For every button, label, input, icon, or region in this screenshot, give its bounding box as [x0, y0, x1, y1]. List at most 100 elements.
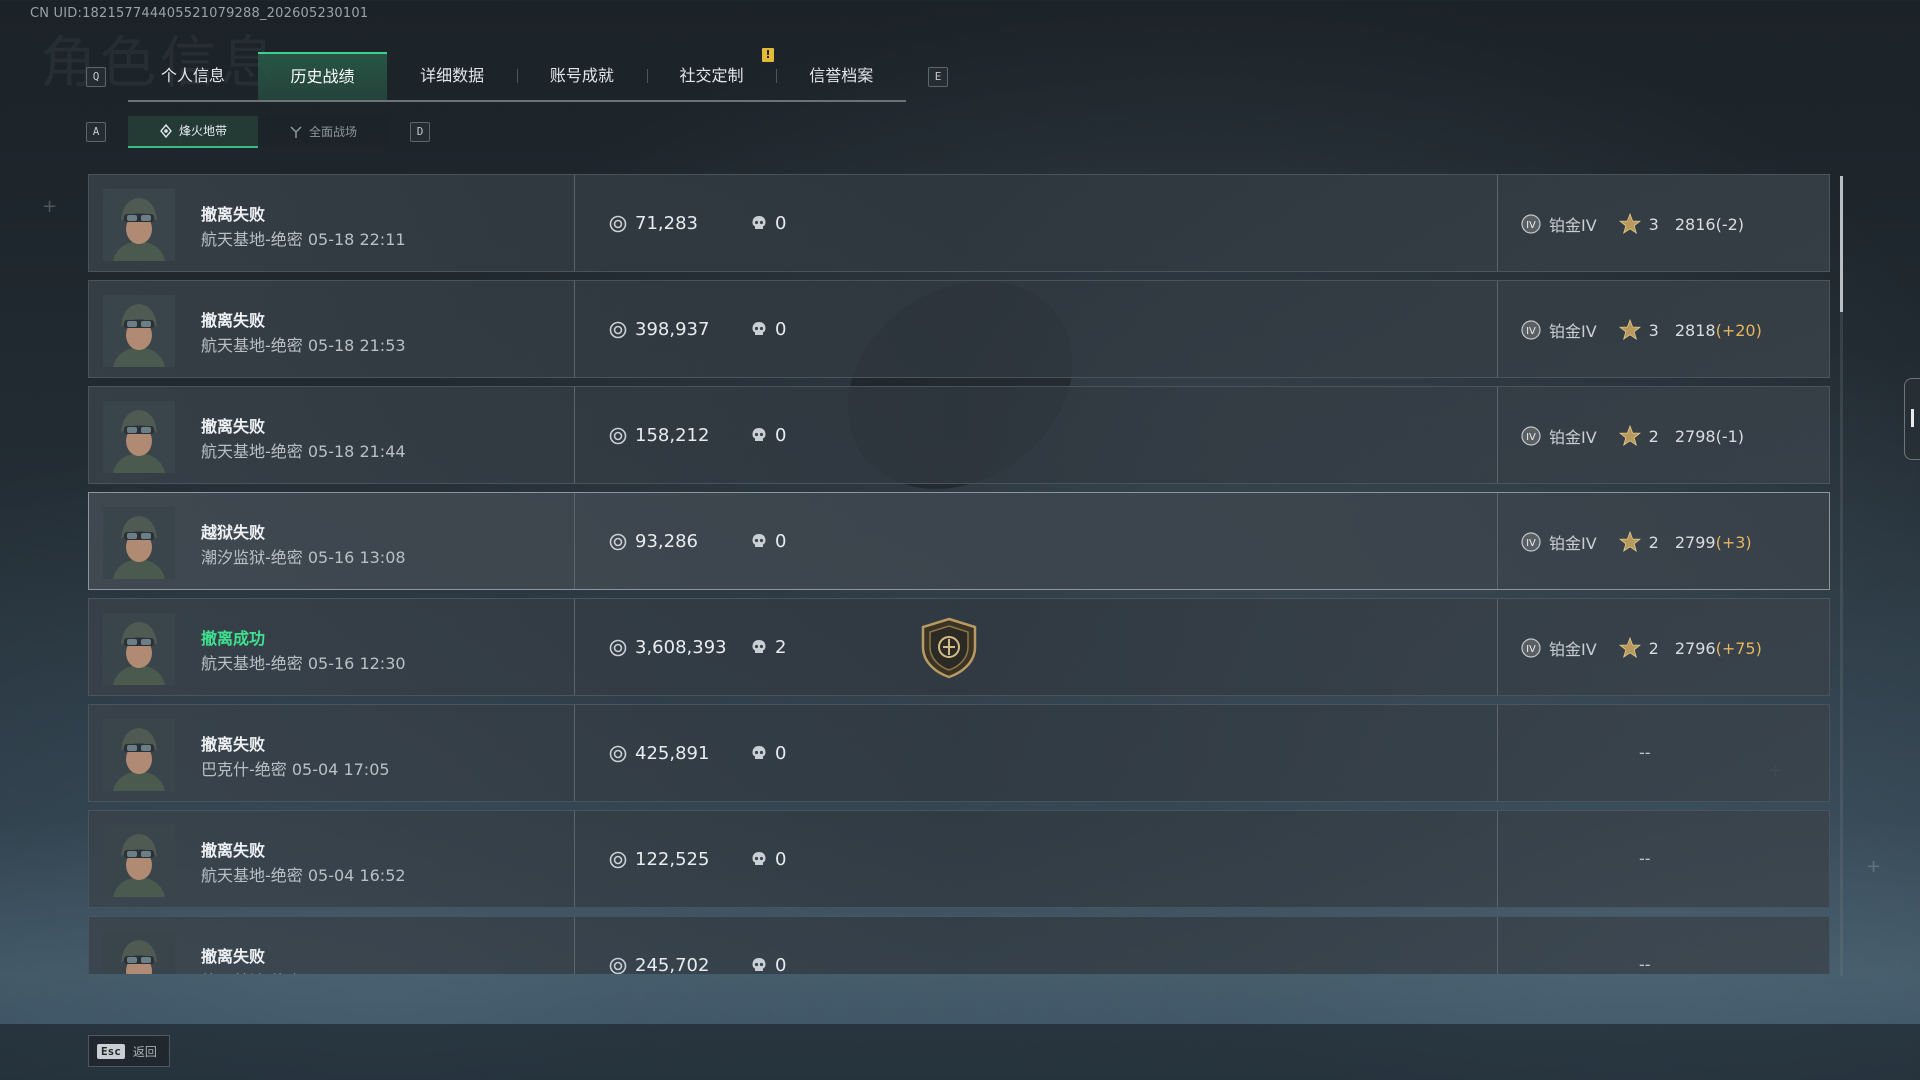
column-divider [574, 387, 575, 483]
column-divider [574, 493, 575, 589]
match-result: 撤离失败 [201, 841, 266, 860]
rank-score: 2796(+75) [1675, 639, 1762, 658]
skull-icon [752, 639, 766, 653]
match-value-text: 158,212 [635, 425, 710, 446]
subtab-label: 烽火地带 [178, 124, 227, 138]
match-map-time: 航天基地-绝密 05-18 21:44 [201, 442, 406, 461]
match-value-text: 398,937 [635, 319, 710, 340]
match-result: 撤离失败 [201, 205, 266, 224]
match-map-time: 航天基地-绝密 05-18 21:53 [201, 336, 406, 355]
column-divider [1497, 811, 1498, 907]
back-button[interactable]: Esc 返回 [88, 1035, 170, 1067]
tab-match-history[interactable]: 历史战绩 [257, 52, 388, 100]
match-row[interactable]: 撤离失败 航天基地-绝密 05-18 21:53 398,937 0 IV 铂金I… [88, 280, 1830, 378]
rank-score: 2798(-1) [1675, 427, 1744, 446]
operator-portrait-icon [103, 613, 175, 685]
list-scrollbar[interactable] [1840, 176, 1843, 976]
rank-name: 铂金IV [1549, 534, 1597, 553]
rank-score-value: 2798 [1674, 426, 1716, 446]
match-value-text: 93,286 [635, 531, 698, 552]
rank-placeholder: -- [1639, 743, 1651, 762]
rank-info: IV 铂金IV 3 2818(+20) [1521, 318, 1762, 342]
rank-name: 铂金IV [1549, 216, 1597, 235]
match-value-text: 71,283 [635, 213, 698, 234]
hafcoin-icon [609, 215, 627, 232]
tab-personal-info[interactable]: 个人信息 [128, 52, 258, 100]
column-divider [1497, 599, 1498, 695]
match-value: 93,286 [609, 531, 698, 552]
fire-zone-icon [160, 124, 172, 138]
rank-emblem-icon: IV [1521, 426, 1541, 446]
match-map-time: 航天基地-绝密 05-04 16:15 [201, 968, 406, 974]
bottom-bar [0, 1024, 1920, 1080]
subtab-full-battlefield[interactable]: 全面战场 [258, 116, 388, 148]
rank-name: 铂金IV [1549, 640, 1597, 659]
next-subtab-key-hint[interactable]: D [410, 122, 430, 142]
match-kills: 0 [751, 319, 786, 340]
match-value: 158,212 [609, 425, 709, 446]
hafcoin-icon [609, 745, 627, 762]
operator-portrait-icon [103, 295, 175, 367]
star-icon [1618, 637, 1641, 658]
star-icon [1618, 531, 1641, 552]
match-kills-text: 0 [775, 319, 787, 340]
operator-avatar [103, 719, 175, 791]
match-kills: 0 [751, 955, 786, 974]
match-row[interactable]: 撤离失败 巴克什-绝密 05-04 17:05 425,891 0 -- [88, 704, 1830, 802]
tab-account-achievements[interactable]: 账号成就 [517, 52, 647, 100]
match-row[interactable]: 撤离失败 航天基地-绝密 05-18 22:11 71,283 0 IV 铂金IV… [88, 174, 1830, 272]
match-kills: 2 [751, 637, 786, 658]
rank-emblem-icon: IV [1521, 638, 1541, 658]
battlefield-icon [290, 126, 302, 138]
side-panel-handle[interactable] [1904, 378, 1920, 460]
column-divider [574, 917, 575, 974]
scrollbar-thumb[interactable] [1840, 176, 1843, 312]
rank-score-delta: (-1) [1715, 426, 1745, 446]
match-kills-text: 0 [775, 213, 787, 234]
tab-social-customization[interactable]: 社交定制 [646, 52, 777, 100]
rank-placeholder: -- [1639, 849, 1651, 868]
svg-text:IV: IV [1526, 644, 1536, 655]
prev-subtab-key-hint[interactable]: A [86, 122, 106, 142]
match-value: 245,702 [609, 955, 709, 974]
column-divider [574, 811, 575, 907]
column-divider [1497, 705, 1498, 801]
match-value: 71,283 [609, 213, 698, 234]
operator-portrait-icon [103, 401, 175, 473]
rank-stars-count: 2 [1648, 532, 1659, 552]
match-row[interactable]: 越狱失败 潮汐监狱-绝密 05-16 13:08 93,286 0 IV 铂金IV… [88, 492, 1830, 590]
esc-key-hint: Esc [97, 1043, 125, 1059]
tab-detailed-data[interactable]: 详细数据 [387, 52, 517, 100]
decor-plus-icon: + [1866, 856, 1882, 877]
match-row[interactable]: 撤离失败 航天基地-绝密 05-04 16:15 245,702 0 -- [88, 916, 1830, 974]
match-map-time: 航天基地-绝密 05-16 12:30 [201, 654, 406, 673]
alert-badge-icon: ! [762, 48, 774, 62]
tab-credit-record[interactable]: 信誉档案 [776, 52, 906, 100]
skull-icon [752, 321, 766, 335]
rank-stars-count: 2 [1648, 426, 1659, 446]
prev-tab-key-hint[interactable]: Q [86, 67, 106, 87]
column-divider [1497, 493, 1498, 589]
match-row[interactable]: 撤离失败 航天基地-绝密 05-04 16:52 122,525 0 -- [88, 810, 1830, 908]
operator-portrait-icon [103, 825, 175, 897]
svg-text:IV: IV [1526, 432, 1536, 443]
skull-icon [752, 427, 766, 441]
match-row[interactable]: 撤离成功 航天基地-绝密 05-16 12:30 3,608,393 2 IV 铂… [88, 598, 1830, 696]
hafcoin-icon [609, 427, 627, 444]
match-row[interactable]: 撤离失败 航天基地-绝密 05-18 21:44 158,212 0 IV 铂金I… [88, 386, 1830, 484]
mode-subtabs: 烽火地带 全面战场 [128, 116, 388, 148]
match-result: 越狱失败 [201, 523, 266, 542]
next-tab-key-hint[interactable]: E [928, 67, 948, 87]
operator-avatar [103, 825, 175, 897]
subtab-fire-zone[interactable]: 烽火地带 [128, 116, 258, 148]
match-value-text: 122,525 [635, 849, 710, 870]
operator-avatar [103, 189, 175, 261]
match-value-text: 425,891 [635, 743, 710, 764]
match-kills: 0 [751, 849, 786, 870]
rank-stars-count: 3 [1648, 320, 1659, 340]
rank-stars: 3 [1618, 213, 1659, 235]
rank-score: 2818(+20) [1675, 321, 1762, 340]
rank-score-value: 2816 [1674, 214, 1716, 234]
main-tabs: 个人信息 历史战绩 详细数据 账号成就 社交定制 信誉档案 [128, 52, 906, 102]
star-icon [1618, 425, 1641, 446]
